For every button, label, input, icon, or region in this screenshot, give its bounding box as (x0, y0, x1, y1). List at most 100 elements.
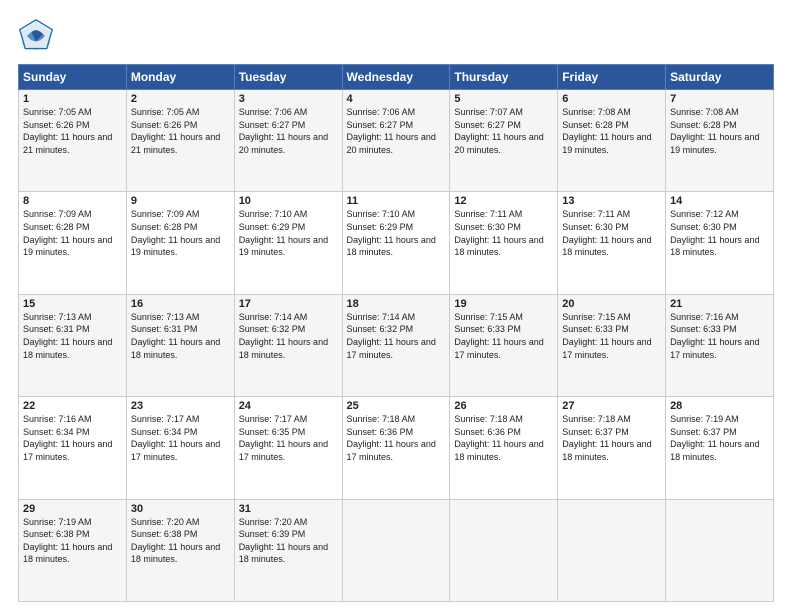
day-detail: Sunrise: 7:08 AMSunset: 6:28 PMDaylight:… (562, 107, 651, 155)
day-detail: Sunrise: 7:14 AMSunset: 6:32 PMDaylight:… (239, 312, 328, 360)
day-number: 9 (131, 195, 230, 207)
day-number: 15 (23, 298, 122, 310)
calendar-week-row: 8 Sunrise: 7:09 AMSunset: 6:28 PMDayligh… (19, 192, 774, 294)
day-number: 16 (131, 298, 230, 310)
day-detail: Sunrise: 7:18 AMSunset: 6:36 PMDaylight:… (454, 414, 543, 462)
calendar-day-header: Thursday (450, 65, 558, 90)
day-number: 4 (347, 93, 446, 105)
day-detail: Sunrise: 7:10 AMSunset: 6:29 PMDaylight:… (239, 209, 328, 257)
day-number: 13 (562, 195, 661, 207)
calendar-day-header: Saturday (666, 65, 774, 90)
logo (18, 18, 58, 54)
day-number: 24 (239, 400, 338, 412)
day-detail: Sunrise: 7:06 AMSunset: 6:27 PMDaylight:… (239, 107, 328, 155)
day-detail: Sunrise: 7:05 AMSunset: 6:26 PMDaylight:… (131, 107, 220, 155)
calendar-cell: 10 Sunrise: 7:10 AMSunset: 6:29 PMDaylig… (234, 192, 342, 294)
page: SundayMondayTuesdayWednesdayThursdayFrid… (0, 0, 792, 612)
calendar-cell: 26 Sunrise: 7:18 AMSunset: 6:36 PMDaylig… (450, 397, 558, 499)
calendar-cell: 16 Sunrise: 7:13 AMSunset: 6:31 PMDaylig… (126, 294, 234, 396)
day-detail: Sunrise: 7:12 AMSunset: 6:30 PMDaylight:… (670, 209, 759, 257)
day-detail: Sunrise: 7:18 AMSunset: 6:36 PMDaylight:… (347, 414, 436, 462)
day-number: 25 (347, 400, 446, 412)
calendar-cell: 11 Sunrise: 7:10 AMSunset: 6:29 PMDaylig… (342, 192, 450, 294)
day-number: 29 (23, 503, 122, 515)
calendar-cell: 31 Sunrise: 7:20 AMSunset: 6:39 PMDaylig… (234, 499, 342, 601)
day-number: 12 (454, 195, 553, 207)
day-number: 23 (131, 400, 230, 412)
calendar-cell (450, 499, 558, 601)
calendar-cell: 19 Sunrise: 7:15 AMSunset: 6:33 PMDaylig… (450, 294, 558, 396)
calendar-day-header: Wednesday (342, 65, 450, 90)
calendar-cell: 8 Sunrise: 7:09 AMSunset: 6:28 PMDayligh… (19, 192, 127, 294)
day-number: 2 (131, 93, 230, 105)
day-detail: Sunrise: 7:19 AMSunset: 6:37 PMDaylight:… (670, 414, 759, 462)
calendar-week-row: 22 Sunrise: 7:16 AMSunset: 6:34 PMDaylig… (19, 397, 774, 499)
day-number: 22 (23, 400, 122, 412)
calendar-day-header: Sunday (19, 65, 127, 90)
calendar-cell (666, 499, 774, 601)
calendar-cell: 4 Sunrise: 7:06 AMSunset: 6:27 PMDayligh… (342, 90, 450, 192)
day-number: 7 (670, 93, 769, 105)
day-number: 17 (239, 298, 338, 310)
day-number: 11 (347, 195, 446, 207)
day-detail: Sunrise: 7:13 AMSunset: 6:31 PMDaylight:… (131, 312, 220, 360)
day-detail: Sunrise: 7:19 AMSunset: 6:38 PMDaylight:… (23, 517, 112, 565)
day-detail: Sunrise: 7:20 AMSunset: 6:39 PMDaylight:… (239, 517, 328, 565)
day-number: 14 (670, 195, 769, 207)
calendar-cell: 13 Sunrise: 7:11 AMSunset: 6:30 PMDaylig… (558, 192, 666, 294)
day-number: 1 (23, 93, 122, 105)
calendar-cell: 17 Sunrise: 7:14 AMSunset: 6:32 PMDaylig… (234, 294, 342, 396)
calendar-cell (342, 499, 450, 601)
calendar-cell: 7 Sunrise: 7:08 AMSunset: 6:28 PMDayligh… (666, 90, 774, 192)
day-number: 8 (23, 195, 122, 207)
day-number: 19 (454, 298, 553, 310)
calendar-cell: 25 Sunrise: 7:18 AMSunset: 6:36 PMDaylig… (342, 397, 450, 499)
calendar-table: SundayMondayTuesdayWednesdayThursdayFrid… (18, 64, 774, 602)
logo-icon (18, 18, 54, 54)
calendar-week-row: 1 Sunrise: 7:05 AMSunset: 6:26 PMDayligh… (19, 90, 774, 192)
day-detail: Sunrise: 7:11 AMSunset: 6:30 PMDaylight:… (454, 209, 543, 257)
day-detail: Sunrise: 7:16 AMSunset: 6:34 PMDaylight:… (23, 414, 112, 462)
day-number: 10 (239, 195, 338, 207)
calendar-cell: 24 Sunrise: 7:17 AMSunset: 6:35 PMDaylig… (234, 397, 342, 499)
calendar-cell: 20 Sunrise: 7:15 AMSunset: 6:33 PMDaylig… (558, 294, 666, 396)
day-number: 26 (454, 400, 553, 412)
calendar-cell: 12 Sunrise: 7:11 AMSunset: 6:30 PMDaylig… (450, 192, 558, 294)
day-detail: Sunrise: 7:09 AMSunset: 6:28 PMDaylight:… (23, 209, 112, 257)
day-detail: Sunrise: 7:17 AMSunset: 6:35 PMDaylight:… (239, 414, 328, 462)
day-number: 6 (562, 93, 661, 105)
calendar-header-row: SundayMondayTuesdayWednesdayThursdayFrid… (19, 65, 774, 90)
day-detail: Sunrise: 7:17 AMSunset: 6:34 PMDaylight:… (131, 414, 220, 462)
day-detail: Sunrise: 7:15 AMSunset: 6:33 PMDaylight:… (562, 312, 651, 360)
day-number: 28 (670, 400, 769, 412)
header (18, 18, 774, 54)
day-detail: Sunrise: 7:15 AMSunset: 6:33 PMDaylight:… (454, 312, 543, 360)
day-detail: Sunrise: 7:20 AMSunset: 6:38 PMDaylight:… (131, 517, 220, 565)
day-detail: Sunrise: 7:05 AMSunset: 6:26 PMDaylight:… (23, 107, 112, 155)
day-number: 20 (562, 298, 661, 310)
calendar-cell: 30 Sunrise: 7:20 AMSunset: 6:38 PMDaylig… (126, 499, 234, 601)
calendar-day-header: Tuesday (234, 65, 342, 90)
day-number: 30 (131, 503, 230, 515)
calendar-cell: 2 Sunrise: 7:05 AMSunset: 6:26 PMDayligh… (126, 90, 234, 192)
calendar-week-row: 15 Sunrise: 7:13 AMSunset: 6:31 PMDaylig… (19, 294, 774, 396)
day-detail: Sunrise: 7:14 AMSunset: 6:32 PMDaylight:… (347, 312, 436, 360)
day-number: 18 (347, 298, 446, 310)
day-detail: Sunrise: 7:07 AMSunset: 6:27 PMDaylight:… (454, 107, 543, 155)
calendar-day-header: Friday (558, 65, 666, 90)
calendar-cell: 14 Sunrise: 7:12 AMSunset: 6:30 PMDaylig… (666, 192, 774, 294)
day-number: 31 (239, 503, 338, 515)
calendar-cell: 28 Sunrise: 7:19 AMSunset: 6:37 PMDaylig… (666, 397, 774, 499)
day-detail: Sunrise: 7:09 AMSunset: 6:28 PMDaylight:… (131, 209, 220, 257)
day-number: 3 (239, 93, 338, 105)
calendar-day-header: Monday (126, 65, 234, 90)
calendar-cell: 1 Sunrise: 7:05 AMSunset: 6:26 PMDayligh… (19, 90, 127, 192)
day-detail: Sunrise: 7:08 AMSunset: 6:28 PMDaylight:… (670, 107, 759, 155)
calendar-cell: 3 Sunrise: 7:06 AMSunset: 6:27 PMDayligh… (234, 90, 342, 192)
calendar-cell: 29 Sunrise: 7:19 AMSunset: 6:38 PMDaylig… (19, 499, 127, 601)
day-detail: Sunrise: 7:13 AMSunset: 6:31 PMDaylight:… (23, 312, 112, 360)
calendar-cell: 6 Sunrise: 7:08 AMSunset: 6:28 PMDayligh… (558, 90, 666, 192)
calendar-cell: 5 Sunrise: 7:07 AMSunset: 6:27 PMDayligh… (450, 90, 558, 192)
calendar-week-row: 29 Sunrise: 7:19 AMSunset: 6:38 PMDaylig… (19, 499, 774, 601)
calendar-cell: 27 Sunrise: 7:18 AMSunset: 6:37 PMDaylig… (558, 397, 666, 499)
